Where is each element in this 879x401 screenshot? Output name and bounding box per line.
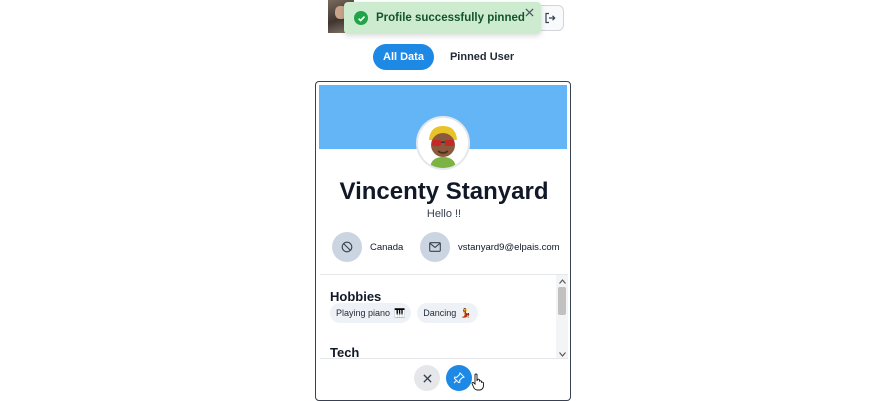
profile-greeting: Hello !! xyxy=(426,208,462,220)
vertical-scrollbar[interactable] xyxy=(556,275,568,358)
hobby-chip-label: Dancing xyxy=(423,308,457,318)
tab-all-data[interactable]: All Data xyxy=(373,44,434,70)
toast-close-button[interactable] xyxy=(523,6,535,18)
tech-title: Tech xyxy=(330,345,360,359)
email-text: vstanyard9@elpais.com xyxy=(458,241,560,253)
scroll-down-icon[interactable] xyxy=(558,350,566,358)
close-icon xyxy=(422,373,432,383)
hobby-chip-label: Playing piano xyxy=(336,308,391,318)
email-info: vstanyard9@elpais.com xyxy=(420,231,560,263)
profile-card: Vincenty Stanyard Hello !! Canada vstany… xyxy=(315,81,571,401)
pin-button[interactable] xyxy=(446,365,472,391)
pin-icon xyxy=(453,372,465,384)
hobbies-title: Hobbies xyxy=(330,289,382,304)
location-text: Canada xyxy=(370,241,404,253)
profile-name: Vincenty Stanyard xyxy=(339,178,549,205)
piano-emoji-icon: 🎹 xyxy=(394,307,406,318)
scrollbar-thumb[interactable] xyxy=(558,287,566,315)
details-scroll-panel[interactable]: Hobbies Playing piano 🎹 Dancing 💃 Tech xyxy=(320,274,568,359)
toast-message: Profile successfully pinned xyxy=(376,12,525,24)
view-tabs: All Data Pinned User xyxy=(373,44,524,70)
tab-pinned-user[interactable]: Pinned User xyxy=(440,44,524,70)
hobby-chip: Playing piano 🎹 xyxy=(330,303,412,323)
logout-icon xyxy=(545,12,556,24)
check-circle-icon xyxy=(354,11,368,25)
dancing-emoji-icon: 💃 xyxy=(460,307,472,318)
location-info: Canada xyxy=(332,231,403,263)
profile-avatar xyxy=(416,116,470,170)
hobbies-list: Playing piano 🎹 Dancing 💃 xyxy=(330,303,478,323)
hand-pointer-cursor-icon xyxy=(471,373,484,391)
mail-icon xyxy=(420,232,450,262)
app-stage: Profile successfully pinned All Data Pin… xyxy=(0,0,879,401)
close-icon xyxy=(524,7,534,17)
dismiss-button[interactable] xyxy=(414,365,440,391)
hobby-chip: Dancing 💃 xyxy=(417,303,478,323)
success-toast: Profile successfully pinned xyxy=(344,2,541,34)
scroll-up-icon[interactable] xyxy=(558,277,566,285)
location-icon xyxy=(332,232,362,262)
